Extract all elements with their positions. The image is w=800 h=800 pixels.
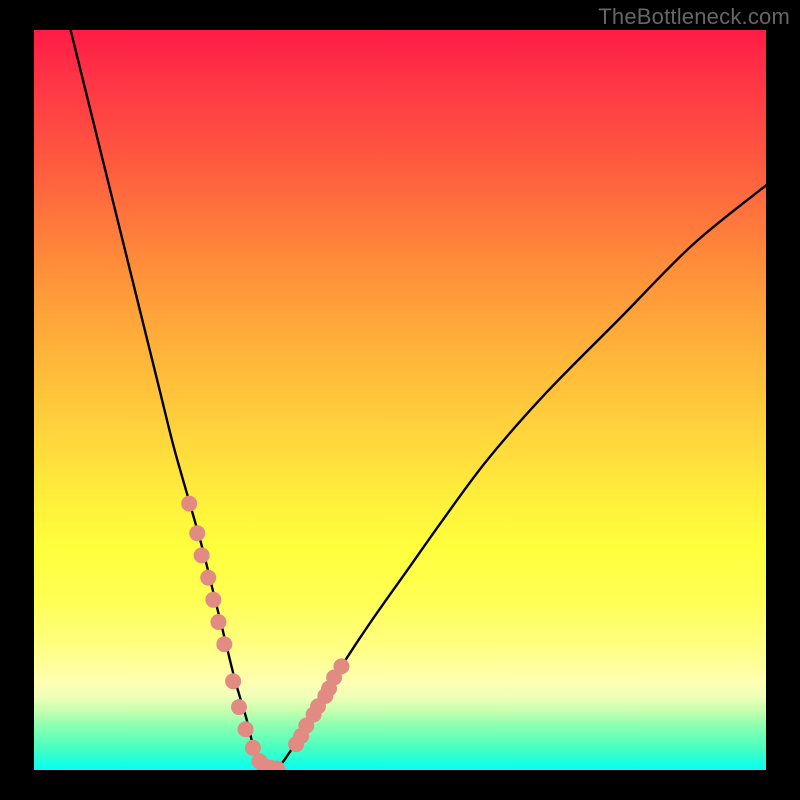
chart-frame: TheBottleneck.com [0,0,800,800]
plot-gradient-area [34,30,766,770]
watermark-text: TheBottleneck.com [598,4,790,30]
